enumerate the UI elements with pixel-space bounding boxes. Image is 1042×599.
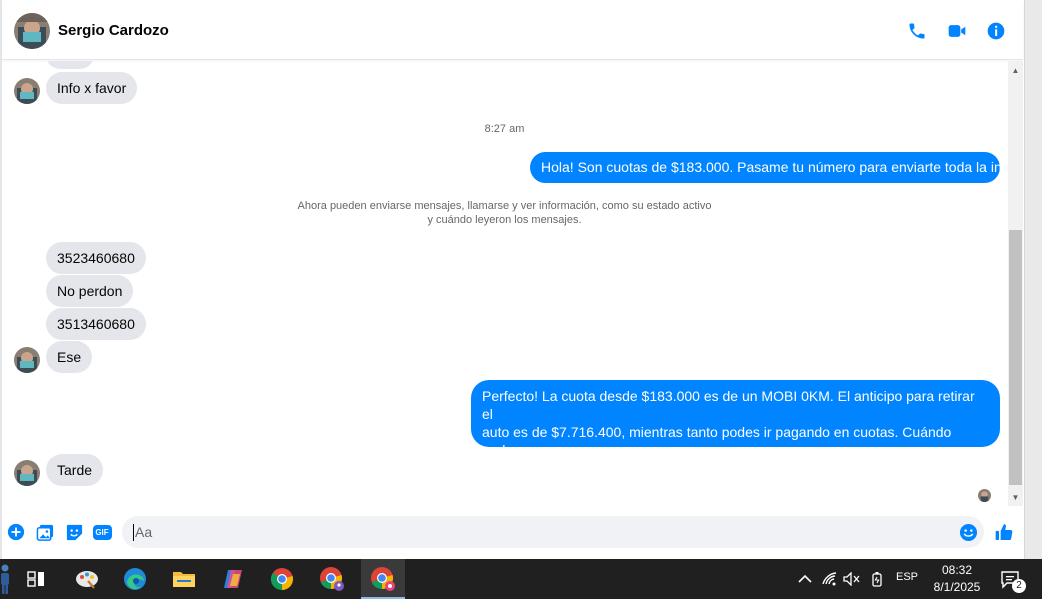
sticker-icon[interactable] [64, 522, 84, 542]
emoji-icon[interactable] [958, 522, 978, 542]
user-figure-icon [0, 563, 10, 595]
file-explorer-icon[interactable] [164, 559, 204, 599]
incoming-message[interactable]: Ese [46, 341, 93, 373]
outgoing-message-line1: Perfecto! La cuota desde $183.000 es de … [482, 388, 975, 422]
clock-time: 08:32 [941, 563, 973, 577]
incoming-message[interactable]: No perdon [46, 275, 134, 307]
text-caret [133, 524, 134, 541]
outgoing-message-line3: hablar? A la mañana o a la tarde? [482, 460, 692, 476]
gif-icon[interactable]: GIF [92, 522, 112, 542]
paint-app-icon[interactable] [67, 559, 107, 599]
input-language[interactable]: ESP [896, 571, 918, 583]
outgoing-message[interactable]: Hola! Son cuotas de $183.000. Pasame tu … [530, 152, 1007, 183]
conversation-header: Sergio Cardozo [2, 2, 1023, 60]
like-icon[interactable] [994, 522, 1014, 542]
seen-receipt-avatar [978, 489, 991, 502]
windows-taskbar: ESP 08:32 8/1/2025 2 [0, 559, 1042, 599]
chrome-icon[interactable] [262, 559, 302, 599]
system-clock[interactable]: 08:32 8/1/2025 [926, 562, 988, 596]
incoming-message[interactable]: 3513460680 [46, 308, 146, 340]
message-composer: GIF Aa [2, 506, 1023, 558]
contact-avatar-small[interactable] [14, 460, 40, 486]
message-timestamp: 8:27 am [484, 123, 525, 135]
contact-avatar-small[interactable] [14, 78, 40, 104]
outgoing-message[interactable]: Perfecto! La cuota desde $183.000 es de … [471, 380, 1000, 476]
privacy-notice-line2: y cuándo leyeron los mensajes. [427, 214, 582, 226]
privacy-notice-line1: Ahora pueden enviarse mensajes, llamarse… [297, 200, 712, 212]
contact-avatar[interactable] [14, 13, 50, 49]
notification-count-badge: 2 [1012, 579, 1026, 593]
video-icon[interactable] [945, 19, 969, 43]
message-input-placeholder: Aa [135, 524, 153, 540]
battery-icon[interactable] [868, 569, 886, 589]
chrome-profile-active-icon[interactable] [361, 559, 405, 599]
scrollbar-thumb[interactable] [1009, 230, 1022, 485]
incoming-message[interactable]: 3523460680 [46, 242, 146, 274]
incoming-message[interactable]: Info x favor [46, 72, 138, 104]
chevron-up-icon[interactable] [796, 569, 814, 589]
outgoing-message-line2: auto es de $7.716.400, mientras tanto po… [482, 424, 952, 458]
chrome-profile-icon[interactable] [312, 559, 352, 599]
edge-icon[interactable] [115, 559, 155, 599]
privacy-notice: Ahora pueden enviarse mensajes, llamarse… [252, 199, 757, 227]
messenger-window: Sergio Cardozo Info x favor 8:27 am Hola… [0, 0, 1042, 559]
photo-icon[interactable] [35, 522, 55, 542]
contact-name[interactable]: Sergio Cardozo [58, 22, 169, 39]
info-icon[interactable] [984, 19, 1008, 43]
gif-label: GIF [92, 524, 112, 540]
phone-icon[interactable] [905, 19, 929, 43]
message-input[interactable]: Aa [122, 516, 984, 548]
incoming-message[interactable]: Tarde [46, 454, 104, 486]
wifi-icon[interactable] [821, 569, 839, 589]
plus-icon[interactable] [6, 522, 26, 542]
message-list: Info x favor 8:27 am Hola! Son cuotas de… [2, 61, 1007, 506]
window-right-edge [1024, 0, 1042, 559]
copilot-icon[interactable] [213, 559, 253, 599]
notification-center-icon[interactable]: 2 [1000, 569, 1026, 593]
task-view-icon[interactable] [16, 559, 56, 599]
scroll-up-arrow-icon[interactable]: ▲ [1008, 63, 1023, 77]
chat-scrollbar[interactable]: ▲ ▼ [1008, 61, 1023, 506]
message-bubble-partial [46, 61, 94, 69]
volume-muted-icon[interactable] [843, 569, 861, 589]
clock-date: 8/1/2025 [933, 580, 981, 594]
scroll-down-arrow-icon[interactable]: ▼ [1008, 490, 1023, 504]
contact-avatar-small[interactable] [14, 347, 40, 373]
